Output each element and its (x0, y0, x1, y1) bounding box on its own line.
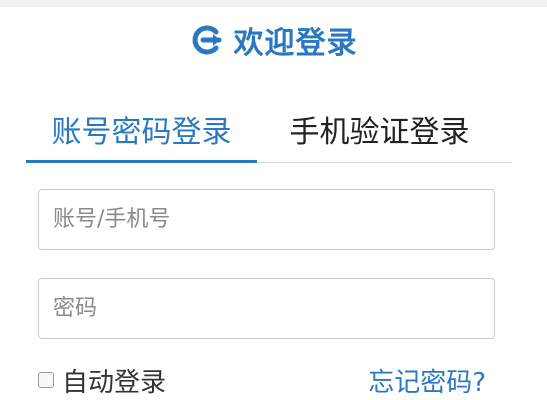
page-title: 欢迎登录 (233, 26, 358, 61)
password-input[interactable] (38, 278, 495, 339)
login-page: 欢迎登录 账号密码登录 手机验证登录 自动登录 忘记密码? (0, 0, 547, 400)
auto-login-checkbox[interactable] (38, 372, 54, 388)
login-tabs: 账号密码登录 手机验证登录 (26, 96, 512, 163)
account-input[interactable] (38, 189, 495, 250)
top-strip (0, 0, 547, 7)
auto-login-label: 自动登录 (62, 367, 167, 398)
login-arrow-icon (190, 23, 224, 57)
tab-phone-verification[interactable]: 手机验证登录 (257, 96, 502, 162)
tab-account-password[interactable]: 账号密码登录 (26, 96, 257, 163)
forgot-password-link[interactable]: 忘记密码? (368, 362, 486, 398)
auto-login-option[interactable]: 自动登录 (38, 362, 166, 398)
login-header: 欢迎登录 (0, 16, 547, 64)
